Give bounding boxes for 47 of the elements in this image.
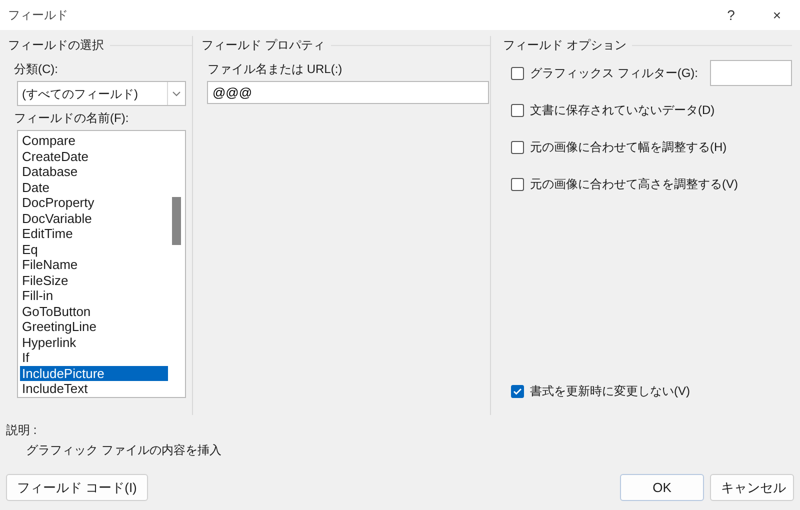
description-label: 説明 : <box>6 423 37 437</box>
filter-field[interactable] <box>710 60 792 86</box>
group-heading: フィールドの選択 <box>8 37 104 54</box>
category-dropdown[interactable]: (すべてのフィールド) <box>17 81 186 106</box>
checkbox[interactable] <box>511 104 524 116</box>
filename-field[interactable]: @@@ <box>207 81 490 104</box>
option-label: 書式を更新時に変更しない(V) <box>530 383 690 400</box>
ok-button[interactable]: OK <box>620 474 704 501</box>
field-name-item[interactable]: DocProperty <box>20 195 168 210</box>
field-name-item[interactable]: Eq <box>20 242 168 257</box>
close-button[interactable]: × <box>754 0 800 30</box>
checkbox[interactable] <box>511 66 524 80</box>
field-name-item[interactable]: IncludeText <box>20 381 168 396</box>
option-label: 元の画像に合わせて高さを調整する(V) <box>530 176 738 193</box>
field-name-item[interactable]: GoToButton <box>20 304 168 319</box>
window-title: フィールド <box>8 7 69 24</box>
checkbox[interactable] <box>511 140 524 154</box>
option-label: 文書に保存されていないデータ(D) <box>530 102 715 119</box>
checkbox[interactable] <box>511 178 524 190</box>
option-label: 元の画像に合わせて幅を調整する(H) <box>530 139 727 156</box>
chevron-down-icon <box>172 90 181 96</box>
field-name-item[interactable]: GreetingLine <box>20 319 168 334</box>
field-codes-button[interactable]: フィールド コード(I) <box>6 474 148 501</box>
field-name-item[interactable]: CreateDate <box>20 148 168 164</box>
group-heading: フィールド プロパティ <box>201 37 325 54</box>
filename-label: ファイル名または URL(:) <box>207 62 342 76</box>
option-label: グラフィックス フィルター(G): <box>530 65 698 82</box>
field-name-item[interactable]: IncludePicture <box>20 366 168 381</box>
description-text: グラフィック ファイルの内容を挿入 <box>26 443 222 457</box>
field-name-item[interactable]: FileSize <box>20 272 168 288</box>
cancel-button[interactable]: キャンセル <box>710 474 794 501</box>
field-name-item[interactable]: Database <box>20 164 168 180</box>
field-names-label: フィールドの名前(F): <box>14 111 129 125</box>
help-button[interactable]: ? <box>708 0 754 30</box>
field-name-item[interactable]: Fill-in <box>20 288 168 304</box>
category-label: 分類(C): <box>14 62 58 76</box>
field-name-item[interactable]: Date <box>20 180 168 195</box>
field-name-item[interactable]: EditTime <box>20 226 168 242</box>
field-name-item[interactable]: Compare <box>20 133 168 148</box>
field-name-item[interactable]: DocVariable <box>20 210 168 226</box>
scrollbar-thumb[interactable] <box>172 197 181 245</box>
checkbox[interactable] <box>511 384 524 398</box>
field-name-item[interactable]: If <box>20 350 168 366</box>
group-heading: フィールド オプション <box>503 37 626 54</box>
field-name-item[interactable]: FileName <box>20 257 168 272</box>
check-icon <box>513 388 522 394</box>
field-name-item[interactable]: Hyperlink <box>20 334 168 350</box>
